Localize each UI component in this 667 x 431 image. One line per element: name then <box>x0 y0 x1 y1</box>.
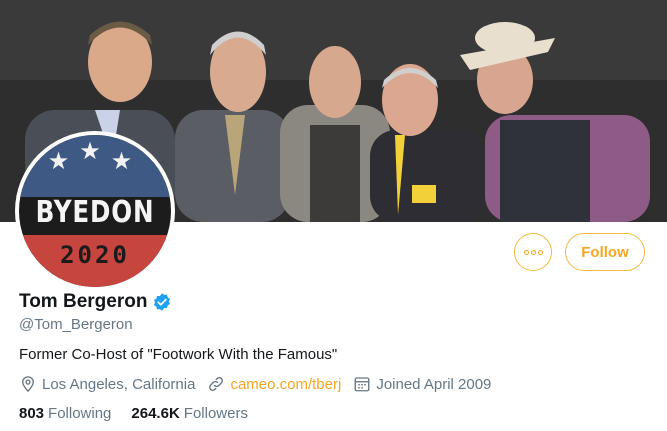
joined-text: Joined April 2009 <box>376 375 492 393</box>
avatar-word: BYEDON <box>35 195 155 230</box>
more-dot-icon <box>523 249 529 255</box>
followers-label: Followers <box>183 405 248 422</box>
verified-badge-icon <box>154 293 171 311</box>
profile-stats: 803 Following 264.6K Followers <box>19 405 268 422</box>
profile-name: Tom Bergeron <box>19 291 148 312</box>
profile-handle: @Tom_Bergeron <box>19 316 133 333</box>
profile-name-row: Tom Bergeron <box>19 291 172 313</box>
followers-link[interactable]: 264.6K Followers <box>131 405 248 422</box>
following-link[interactable]: 803 Following <box>19 405 111 422</box>
website-item[interactable]: cameo.com/tberj <box>207 375 341 393</box>
more-options-button[interactable] <box>514 233 552 271</box>
website-link[interactable]: cameo.com/tberj <box>230 376 341 393</box>
calendar-icon <box>354 377 370 392</box>
link-icon <box>209 377 224 391</box>
profile-bio: Former Co-Host of "Footwork With the Fam… <box>19 346 338 363</box>
location-pin-icon <box>22 376 34 393</box>
more-dot-icon <box>530 249 536 255</box>
joined-item: Joined April 2009 <box>353 375 491 393</box>
profile-meta: Los Angeles, California cameo.com/tberj … <box>19 375 503 393</box>
following-label: Following <box>48 405 112 422</box>
avatar-image: ★★★ BYEDON 2020 <box>19 135 171 287</box>
follow-button[interactable]: Follow <box>565 233 645 271</box>
profile-avatar[interactable]: ★★★ BYEDON 2020 <box>15 131 175 291</box>
followers-count: 264.6K <box>131 405 180 422</box>
following-count: 803 <box>19 405 45 422</box>
location-item: Los Angeles, California <box>19 375 195 393</box>
more-dot-icon <box>537 249 543 255</box>
avatar-year: 2020 <box>60 241 130 269</box>
stars-icon: ★★★ <box>47 138 143 175</box>
location-text: Los Angeles, California <box>42 375 196 393</box>
